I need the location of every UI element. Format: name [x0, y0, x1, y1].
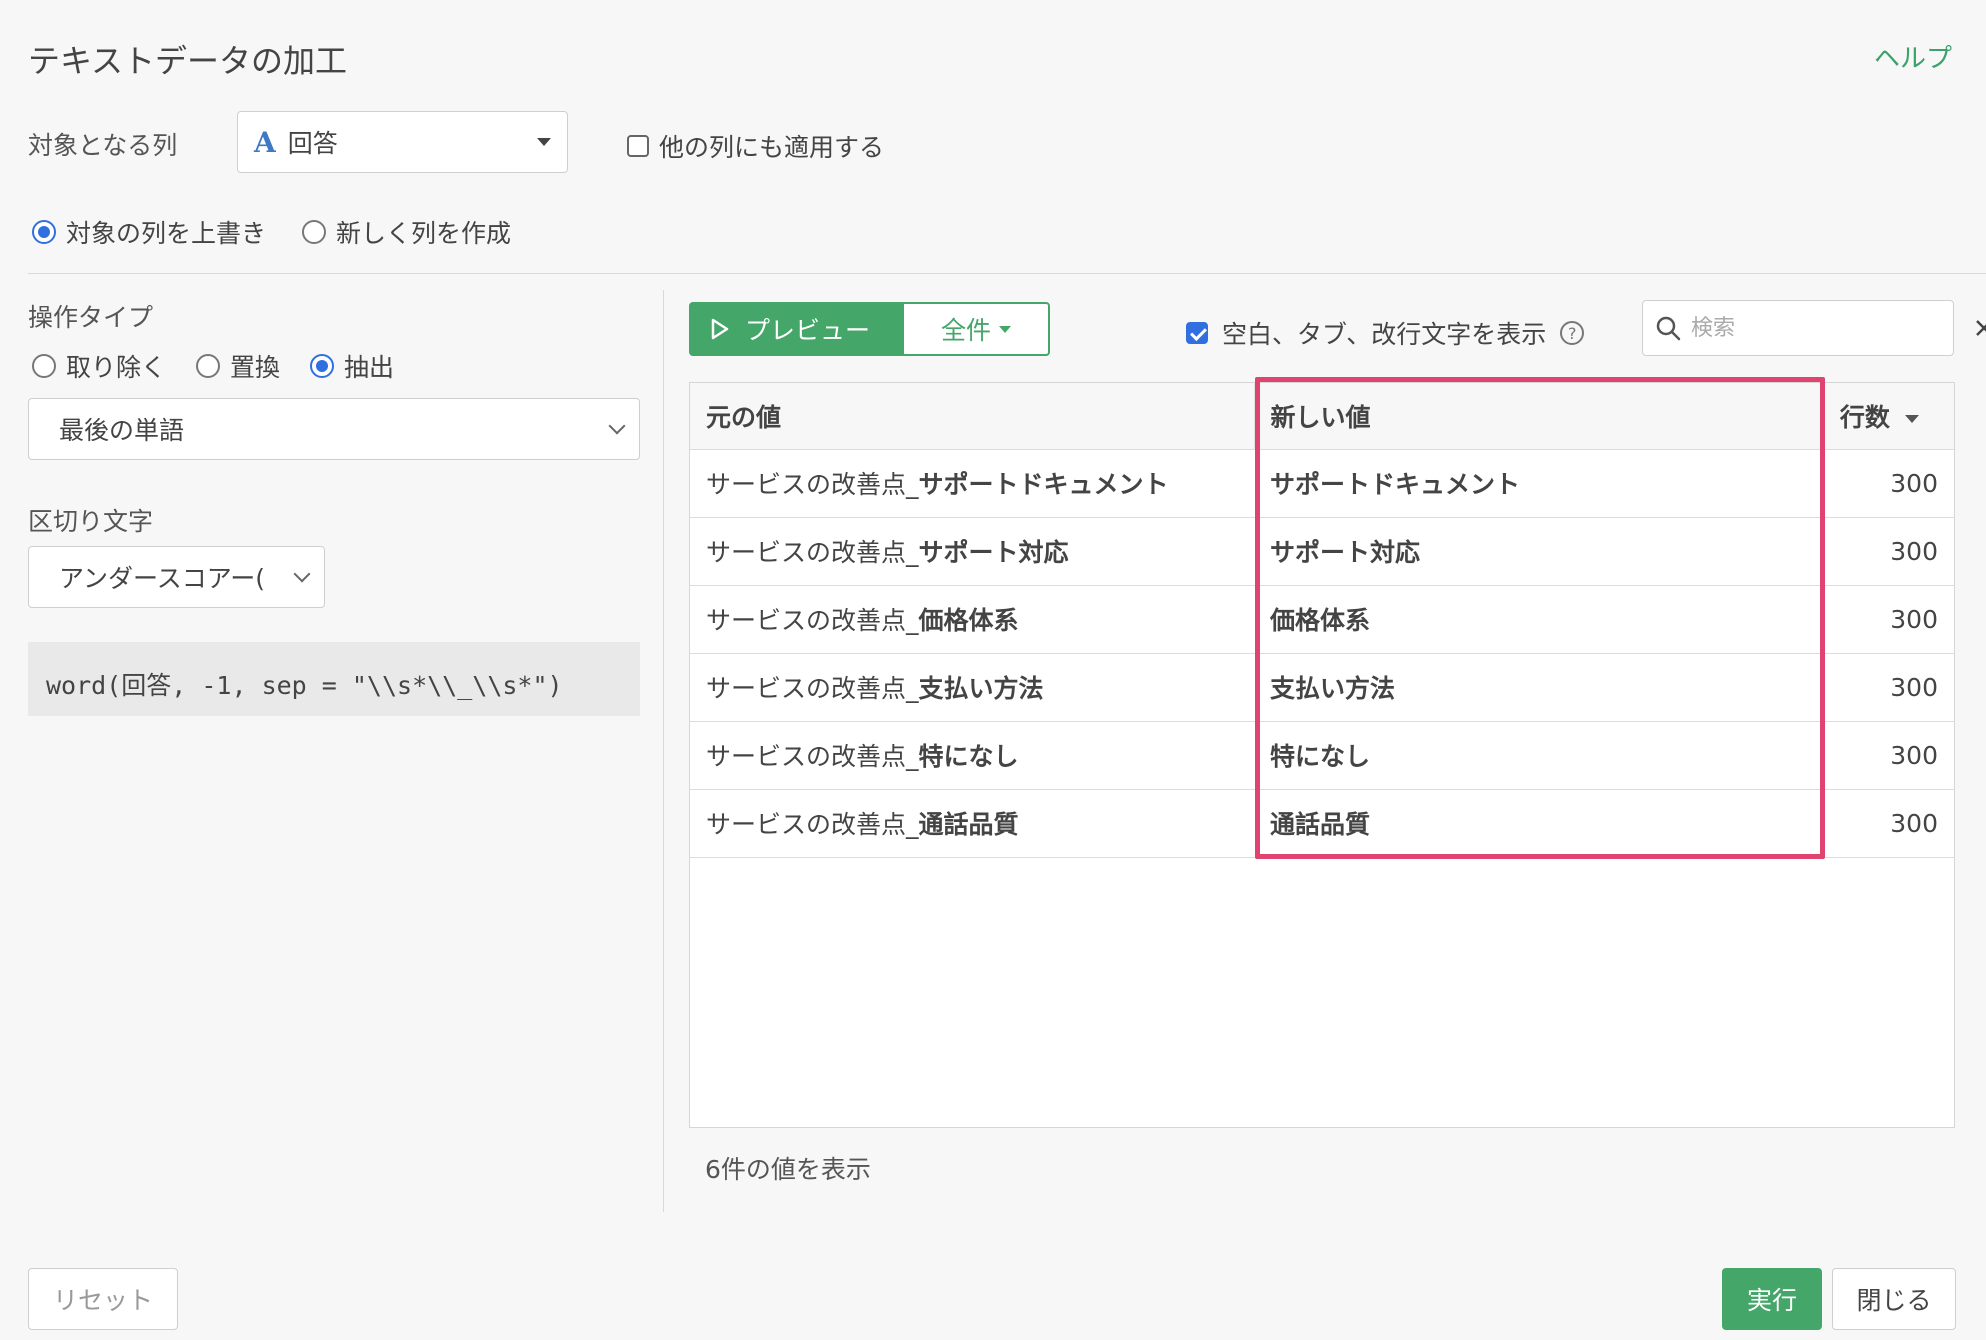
cell-new: 通話品質	[1254, 789, 1820, 858]
table-row: サービスの改善点_特になし 特になし 300	[690, 721, 1954, 790]
header-row-count[interactable]: 行数	[1819, 383, 1954, 450]
show-whitespace-option[interactable]: 空白、タブ、改行文字を表示 ?	[1186, 315, 1585, 351]
cell-original: サービスの改善点_価格体系	[690, 585, 1254, 654]
radio-overwrite[interactable]: 対象の列を上書き	[32, 214, 266, 250]
table-header-row: 元の値 新しい値 行数	[690, 383, 1954, 450]
section-divider	[28, 273, 1986, 274]
radio-extract-label: 抽出	[344, 353, 395, 382]
apply-other-label: 他の列にも適用する	[659, 133, 885, 162]
show-whitespace-label: 空白、タブ、改行文字を表示	[1222, 320, 1547, 349]
table-row: サービスの改善点_価格体系 価格体系 300	[690, 585, 1954, 654]
cell-original: サービスの改善点_通話品質	[690, 789, 1254, 858]
cell-count: 300	[1820, 449, 1954, 518]
show-whitespace-checkbox[interactable]	[1186, 322, 1208, 344]
table-row: サービスの改善点_サポート対応 サポート対応 300	[690, 517, 1954, 586]
play-icon	[711, 318, 729, 340]
delimiter-select[interactable]: アンダースコアー(	[28, 546, 325, 608]
radio-extract-circle[interactable]	[310, 354, 335, 378]
dialog-title: テキストデータの加工	[28, 42, 348, 80]
header-new-value: 新しい値	[1253, 383, 1820, 450]
radio-replace-label: 置換	[230, 353, 281, 382]
text-type-icon: A	[254, 125, 276, 159]
value-count-text: 6件の値を表示	[705, 1155, 871, 1184]
sort-caret-icon	[1904, 414, 1919, 423]
radio-remove-circle[interactable]	[32, 354, 56, 378]
cell-new: 価格体系	[1254, 585, 1820, 654]
cell-new: 特になし	[1254, 721, 1820, 790]
extract-method-value: 最後の単語	[59, 416, 185, 445]
table-row: サービスの改善点_支払い方法 支払い方法 300	[690, 653, 1954, 722]
help-link[interactable]: ヘルプ	[1874, 38, 1952, 75]
radio-replace[interactable]: 置換	[196, 348, 280, 384]
cell-count: 300	[1820, 721, 1954, 790]
radio-overwrite-label: 対象の列を上書き	[66, 219, 267, 248]
clear-icon[interactable]	[1975, 319, 1986, 337]
radio-overwrite-circle[interactable]	[32, 220, 56, 244]
search-icon	[1655, 315, 1681, 341]
all-rows-button[interactable]: 全件	[902, 302, 1050, 356]
delimiter-value: アンダースコアー(	[59, 564, 266, 593]
radio-new-column-label: 新しく列を作成	[336, 219, 512, 248]
operation-type-label: 操作タイプ	[28, 303, 154, 332]
radio-extract[interactable]: 抽出	[310, 348, 394, 384]
target-column-value: 回答	[287, 129, 338, 158]
cell-original: サービスの改善点_支払い方法	[690, 653, 1254, 722]
radio-new-column-circle[interactable]	[302, 220, 327, 244]
all-rows-label: 全件	[940, 316, 991, 345]
radio-new-column[interactable]: 新しく列を作成	[302, 214, 511, 250]
cell-count: 300	[1820, 653, 1954, 722]
cell-original: サービスの改善点_サポート対応	[690, 517, 1254, 586]
cell-original: サービスの改善点_サポートドキュメント	[690, 449, 1254, 518]
cell-new: サポート対応	[1254, 517, 1820, 586]
caret-down-icon	[999, 325, 1011, 333]
preview-table: 元の値 新しい値 行数 サービスの改善点_サポートドキュメント サポートドキュメ…	[689, 382, 1955, 1128]
radio-remove[interactable]: 取り除く	[32, 348, 166, 384]
target-column-label: 対象となる列	[28, 131, 178, 160]
header-row-count-label: 行数	[1839, 402, 1890, 432]
preview-button-label: プレビュー	[745, 316, 871, 345]
caret-down-icon	[537, 138, 551, 146]
expression-box: word(回答, -1, sep = "\\s*\\_\\s*")	[28, 642, 640, 716]
radio-replace-circle[interactable]	[196, 354, 221, 378]
cell-count: 300	[1820, 585, 1954, 654]
cell-count: 300	[1820, 517, 1954, 586]
preview-button[interactable]: プレビュー	[689, 302, 903, 356]
extract-method-select[interactable]: 最後の単語	[28, 398, 640, 460]
question-icon[interactable]: ?	[1560, 321, 1585, 345]
reset-button[interactable]: リセット	[28, 1268, 178, 1330]
chevron-down-icon	[608, 417, 626, 435]
cell-new: サポートドキュメント	[1254, 449, 1820, 518]
panel-divider	[663, 290, 664, 1212]
delimiter-label: 区切り文字	[28, 507, 154, 536]
cell-new: 支払い方法	[1254, 653, 1820, 722]
search-input[interactable]	[1691, 315, 1965, 341]
chevron-down-icon	[293, 565, 311, 583]
radio-remove-label: 取り除く	[66, 353, 167, 382]
target-column-select[interactable]: A 回答	[237, 111, 568, 173]
apply-other-columns[interactable]: 他の列にも適用する	[627, 128, 884, 164]
cell-original: サービスの改善点_特になし	[690, 721, 1254, 790]
operation-type-group: 取り除く 置換 抽出	[32, 348, 394, 384]
output-mode-group: 対象の列を上書き 新しく列を作成	[32, 214, 511, 250]
run-button[interactable]: 実行	[1722, 1268, 1822, 1330]
apply-other-checkbox[interactable]	[627, 135, 649, 157]
cell-count: 300	[1820, 789, 1954, 858]
table-row: サービスの改善点_サポートドキュメント サポートドキュメント 300	[690, 449, 1954, 518]
table-row: サービスの改善点_通話品質 通話品質 300	[690, 789, 1954, 858]
header-original-value: 元の値	[690, 383, 1254, 450]
close-button[interactable]: 閉じる	[1832, 1268, 1956, 1330]
search-box[interactable]	[1642, 300, 1986, 356]
